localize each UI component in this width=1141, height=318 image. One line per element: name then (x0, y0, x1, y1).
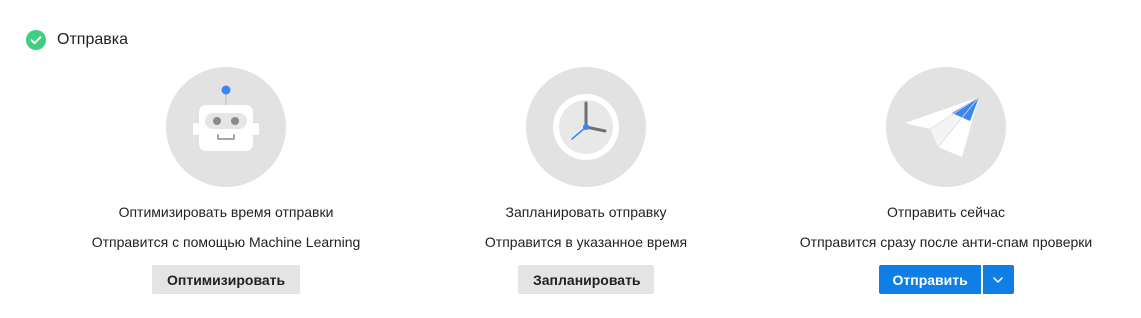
option-send-now: Отправить сейчас Отправится сразу после … (746, 67, 1141, 294)
send-options-dropdown[interactable] (982, 265, 1014, 294)
option-schedule: Запланировать отправку Отправится в указ… (386, 67, 786, 294)
chevron-down-icon (993, 276, 1003, 283)
send-button[interactable]: Отправить (878, 265, 981, 294)
robot-illustration (166, 67, 286, 187)
check-circle-icon (26, 30, 46, 50)
option-title: Запланировать отправку (505, 204, 667, 220)
paper-plane-illustration (886, 67, 1006, 187)
option-description: Отправится в указанное время (484, 234, 688, 250)
option-description: Отправится с помощью Machine Learning (91, 234, 361, 250)
clock-illustration (526, 67, 646, 187)
optimize-button[interactable]: Оптимизировать (152, 265, 300, 294)
paper-plane-icon (905, 96, 980, 157)
option-description: Отправится сразу после анти-спам проверк… (799, 234, 1093, 250)
section-title: Отправка (57, 31, 128, 48)
schedule-button[interactable]: Запланировать (518, 265, 654, 294)
option-title: Отправить сейчас (887, 204, 1005, 220)
section-header: Отправка (26, 29, 128, 51)
option-optimize: Оптимизировать время отправки Отправится… (26, 67, 426, 294)
option-title: Оптимизировать время отправки (118, 204, 334, 220)
clock-icon (553, 94, 619, 160)
robot-icon (193, 85, 259, 151)
